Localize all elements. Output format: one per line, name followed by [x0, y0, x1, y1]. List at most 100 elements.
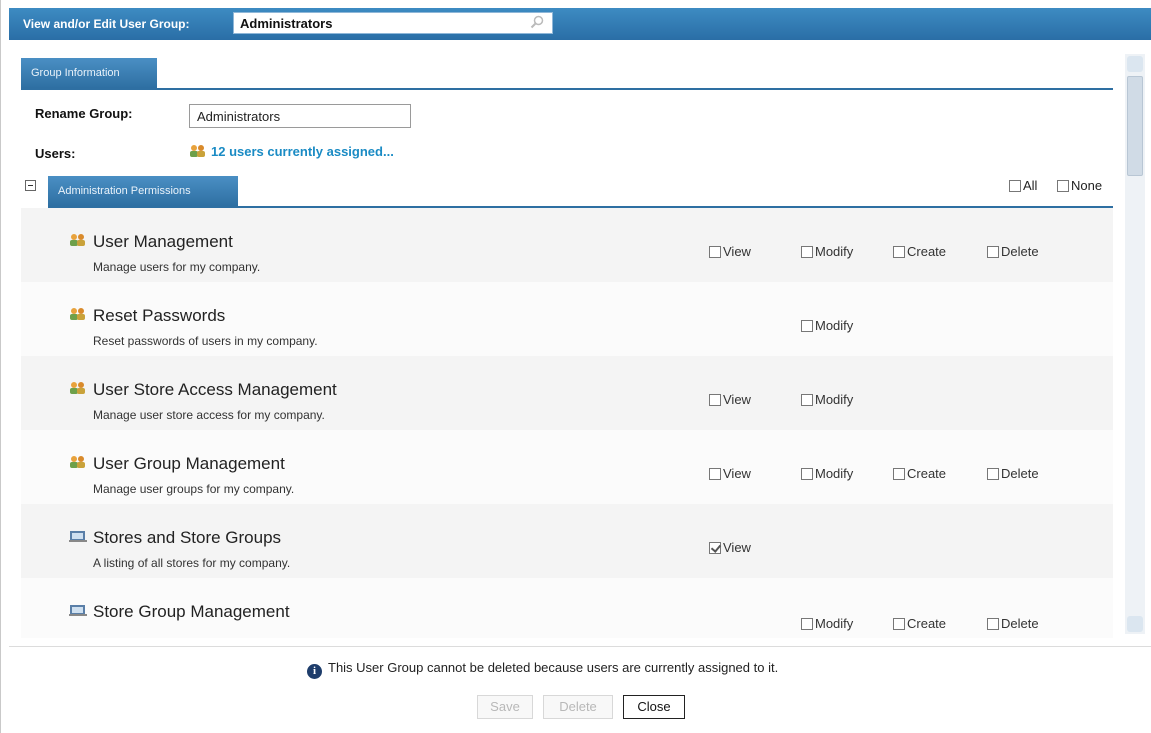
all-checkbox[interactable]: All [1009, 178, 1037, 193]
info-icon: i [307, 664, 322, 679]
delete-checkbox[interactable]: Delete [987, 616, 1039, 631]
permission-row: Stores and Store Groups A listing of all… [21, 504, 1113, 578]
all-label: All [1023, 178, 1038, 193]
view-checkbox[interactable]: View [709, 466, 751, 481]
modify-checkbox[interactable]: Modify [801, 318, 853, 333]
create-label: Create [907, 244, 947, 259]
modify-checkbox-box[interactable] [801, 246, 813, 258]
permission-title: User Management [69, 232, 233, 252]
store-icon [69, 531, 87, 542]
delete-info-message: i This User Group cannot be deleted becau… [307, 660, 778, 679]
permission-row: Store Group Management Modify Create Del… [21, 578, 1113, 638]
permission-description: Manage user store access for my company. [93, 408, 325, 422]
delete-checkbox[interactable]: Delete [987, 466, 1039, 481]
permission-title: User Group Management [69, 454, 285, 474]
create-checkbox-box[interactable] [893, 468, 905, 480]
group-search-value: Administrators [240, 16, 333, 31]
permission-description: A listing of all stores for my company. [93, 556, 291, 570]
permission-row: User Store Access Management Manage user… [21, 356, 1113, 430]
scroll-up-icon[interactable] [1127, 56, 1143, 72]
dialog-title: View and/or Edit User Group: [23, 17, 190, 31]
scroll-thumb[interactable] [1127, 76, 1143, 176]
modify-checkbox[interactable]: Modify [801, 616, 853, 631]
none-checkbox[interactable]: None [1057, 178, 1102, 193]
view-label: View [723, 466, 751, 481]
close-button[interactable]: Close [623, 695, 685, 719]
dialog-header: View and/or Edit User Group: Administrat… [9, 8, 1151, 40]
view-checkbox-box[interactable] [709, 542, 721, 554]
rename-group-value: Administrators [197, 109, 281, 124]
none-checkbox-box[interactable] [1057, 180, 1069, 192]
modify-label: Modify [815, 244, 854, 259]
create-label: Create [907, 466, 947, 481]
modify-checkbox[interactable]: Modify [801, 244, 853, 259]
view-label: View [723, 244, 751, 259]
info-text: This User Group cannot be deleted becaus… [328, 660, 779, 675]
modify-checkbox-box[interactable] [801, 394, 813, 406]
vertical-scrollbar[interactable] [1125, 54, 1145, 634]
delete-checkbox-box[interactable] [987, 618, 999, 630]
permission-description: Reset passwords of users in my company. [93, 334, 318, 348]
delete-label: Delete [1001, 616, 1039, 631]
create-label: Create [907, 616, 947, 631]
group-search-field[interactable]: Administrators [233, 12, 553, 34]
view-checkbox[interactable]: View [709, 392, 751, 407]
users-link-text: 12 users currently assigned... [211, 144, 394, 159]
users-assigned-link[interactable]: 12 users currently assigned... [189, 144, 394, 159]
search-icon[interactable] [530, 15, 544, 29]
permission-title-text: User Group Management [93, 454, 285, 473]
create-checkbox[interactable]: Create [893, 244, 946, 259]
save-button[interactable]: Save [477, 695, 533, 719]
view-label: View [723, 540, 751, 555]
users-icon [70, 234, 85, 246]
modify-checkbox[interactable]: Modify [801, 466, 853, 481]
users-icon [70, 456, 85, 468]
collapse-toggle[interactable] [25, 180, 36, 191]
modify-label: Modify [815, 466, 854, 481]
user-group-dialog: View and/or Edit User Group: Administrat… [0, 0, 1151, 733]
view-checkbox-box[interactable] [709, 468, 721, 480]
modify-checkbox[interactable]: Modify [801, 392, 853, 407]
create-checkbox[interactable]: Create [893, 466, 946, 481]
delete-label: Delete [1001, 244, 1039, 259]
permission-description: Manage user groups for my company. [93, 482, 295, 496]
all-checkbox-box[interactable] [1009, 180, 1021, 192]
modify-checkbox-box[interactable] [801, 468, 813, 480]
rename-group-label: Rename Group: [35, 106, 133, 121]
delete-checkbox-box[interactable] [987, 246, 999, 258]
permission-title-text: User Store Access Management [93, 380, 337, 399]
permission-title-text: User Management [93, 232, 233, 251]
create-checkbox-box[interactable] [893, 618, 905, 630]
delete-checkbox-box[interactable] [987, 468, 999, 480]
modify-checkbox-box[interactable] [801, 320, 813, 332]
permission-title: User Store Access Management [69, 380, 337, 400]
none-label: None [1071, 178, 1103, 193]
modify-checkbox-box[interactable] [801, 618, 813, 630]
view-checkbox[interactable]: View [709, 540, 751, 555]
view-checkbox[interactable]: View [709, 244, 751, 259]
create-checkbox-box[interactable] [893, 246, 905, 258]
footer-divider [9, 646, 1151, 647]
view-checkbox-box[interactable] [709, 246, 721, 258]
permission-row: User Management Manage users for my comp… [21, 208, 1113, 282]
modify-label: Modify [815, 616, 854, 631]
view-label: View [723, 392, 751, 407]
store-icon [69, 605, 87, 616]
rename-group-input[interactable]: Administrators [189, 104, 411, 128]
delete-button[interactable]: Delete [543, 695, 613, 719]
scroll-down-icon[interactable] [1127, 616, 1143, 632]
delete-label: Delete [1001, 466, 1039, 481]
permission-title: Store Group Management [69, 602, 290, 622]
create-checkbox[interactable]: Create [893, 616, 946, 631]
tab-administration-permissions[interactable]: Administration Permissions [48, 176, 238, 206]
delete-checkbox[interactable]: Delete [987, 244, 1039, 259]
view-checkbox-box[interactable] [709, 394, 721, 406]
tab-underline [21, 88, 1113, 90]
users-icon [70, 308, 85, 320]
tab-group-information[interactable]: Group Information [21, 58, 157, 88]
users-icon [190, 145, 205, 157]
permission-title-text: Reset Passwords [93, 306, 226, 325]
permission-description: Manage users for my company. [93, 260, 261, 274]
permission-row: User Group Management Manage user groups… [21, 430, 1113, 504]
permission-title: Stores and Store Groups [69, 528, 281, 548]
